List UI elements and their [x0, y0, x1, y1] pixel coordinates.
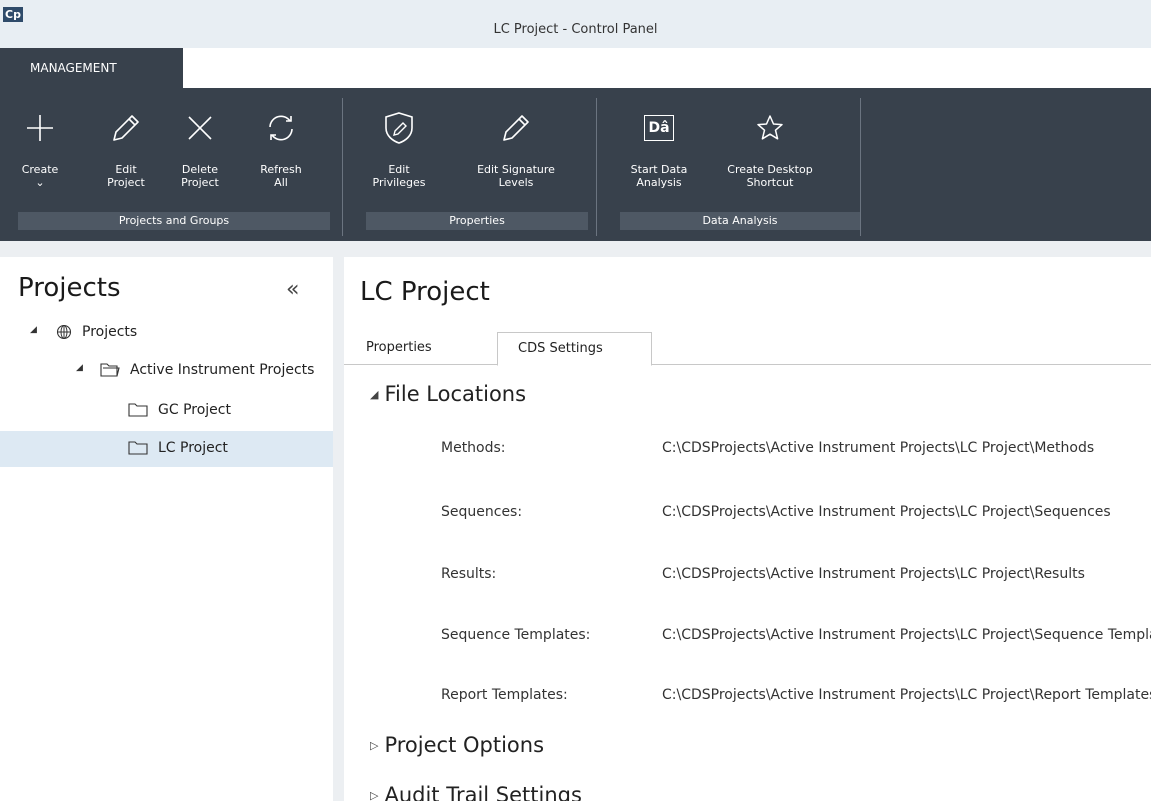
pane-splitter[interactable]: [333, 257, 344, 801]
collapse-pane-button[interactable]: «: [286, 277, 299, 302]
star-icon: [728, 110, 812, 146]
tab-strip: Properties CDS Settings: [344, 329, 1151, 366]
tree-item-label: Active Instrument Projects: [130, 362, 315, 378]
data-analysis-icon: Dâ: [628, 110, 690, 146]
sequences-path: C:\CDSProjects\Active Instrument Project…: [662, 504, 1111, 520]
window-title: LC Project - Control Panel: [493, 22, 658, 37]
edit-privileges-button[interactable]: Edit Privileges: [373, 88, 425, 208]
tree-item-lc-project[interactable]: LC Project: [0, 431, 333, 467]
globe-icon: [56, 324, 72, 344]
collapsed-triangle-icon: ▷: [370, 739, 379, 752]
expand-arrow-icon[interactable]: ◢: [30, 325, 37, 335]
project-details-pane: LC Project Properties CDS Settings ◢ File…: [344, 257, 1151, 801]
tree-item-label: Projects: [82, 324, 138, 340]
pencil-icon: [474, 110, 558, 146]
tree-item-projects[interactable]: ◢ Projects: [0, 315, 333, 351]
plus-icon: [18, 110, 62, 146]
sequences-label: Sequences:: [441, 504, 523, 520]
refresh-all-button[interactable]: Refresh All: [256, 88, 306, 208]
app-icon: Cp: [3, 7, 23, 22]
create-desktop-shortcut-button[interactable]: Create Desktop Shortcut: [727, 88, 813, 208]
ribbon-separator: [596, 98, 597, 236]
pane-gap: [0, 241, 1151, 257]
pencil-icon: [104, 110, 148, 146]
sequence-templates-label: Sequence Templates:: [441, 627, 591, 643]
x-icon: [176, 110, 224, 146]
tab-cds-settings[interactable]: CDS Settings: [497, 332, 652, 366]
ribbon: Create ⌄ Edit Project Delete Project Ref…: [0, 88, 1151, 241]
group-projects-and-groups: Create ⌄ Edit Project Delete Project Ref…: [0, 88, 340, 241]
tab-management[interactable]: MANAGEMENT: [0, 48, 183, 88]
tree-item-label: LC Project: [158, 440, 228, 456]
group-label-properties: Properties: [366, 212, 588, 230]
group-label-data-analysis: Data Analysis: [620, 212, 860, 230]
tree-item-gc-project[interactable]: GC Project: [0, 393, 333, 429]
edit-signature-levels-button[interactable]: Edit Signature Levels: [474, 88, 558, 208]
methods-label: Methods:: [441, 440, 506, 456]
results-label: Results:: [441, 566, 497, 582]
ribbon-separator: [342, 98, 343, 236]
expanded-triangle-icon: ◢: [370, 388, 379, 401]
delete-project-button[interactable]: Delete Project: [176, 88, 224, 208]
folder-icon: [128, 402, 148, 422]
folder-icon: [128, 440, 148, 460]
folder-open-icon: [100, 362, 120, 382]
create-button[interactable]: Create ⌄: [18, 88, 62, 208]
group-data-analysis: Dâ Start Data Analysis Create Desktop Sh…: [598, 88, 860, 241]
edit-project-button[interactable]: Edit Project: [104, 88, 148, 208]
start-data-analysis-button[interactable]: Dâ Start Data Analysis: [628, 88, 690, 208]
page-title: LC Project: [360, 277, 490, 307]
title-bar: Cp LC Project - Control Panel: [0, 0, 1151, 48]
refresh-icon: [256, 110, 306, 146]
group-properties: Edit Privileges Edit Signature Levels Pr…: [344, 88, 594, 241]
sequence-templates-path: C:\CDSProjects\Active Instrument Project…: [662, 627, 1151, 643]
results-path: C:\CDSProjects\Active Instrument Project…: [662, 566, 1085, 582]
shield-edit-icon: [374, 110, 424, 146]
tree-item-label: GC Project: [158, 402, 231, 418]
group-label-projects-and-groups: Projects and Groups: [18, 212, 330, 230]
section-audit-trail-settings[interactable]: ▷ Audit Trail Settings: [370, 783, 582, 801]
section-project-options[interactable]: ▷ Project Options: [370, 733, 544, 757]
pane-title: Projects: [18, 273, 121, 303]
tab-properties[interactable]: Properties: [366, 332, 432, 365]
report-templates-path: C:\CDSProjects\Active Instrument Project…: [662, 687, 1151, 703]
expand-arrow-icon[interactable]: ◢: [76, 363, 83, 373]
projects-pane: Projects « ◢ Projects ◢ Active Instrumen…: [0, 257, 333, 801]
report-templates-label: Report Templates:: [441, 687, 568, 703]
methods-path: C:\CDSProjects\Active Instrument Project…: [662, 440, 1095, 456]
collapsed-triangle-icon: ▷: [370, 789, 379, 801]
ribbon-separator: [860, 98, 861, 236]
tree-item-active-instrument-projects[interactable]: ◢ Active Instrument Projects: [0, 353, 333, 389]
section-file-locations[interactable]: ◢ File Locations: [370, 382, 526, 406]
